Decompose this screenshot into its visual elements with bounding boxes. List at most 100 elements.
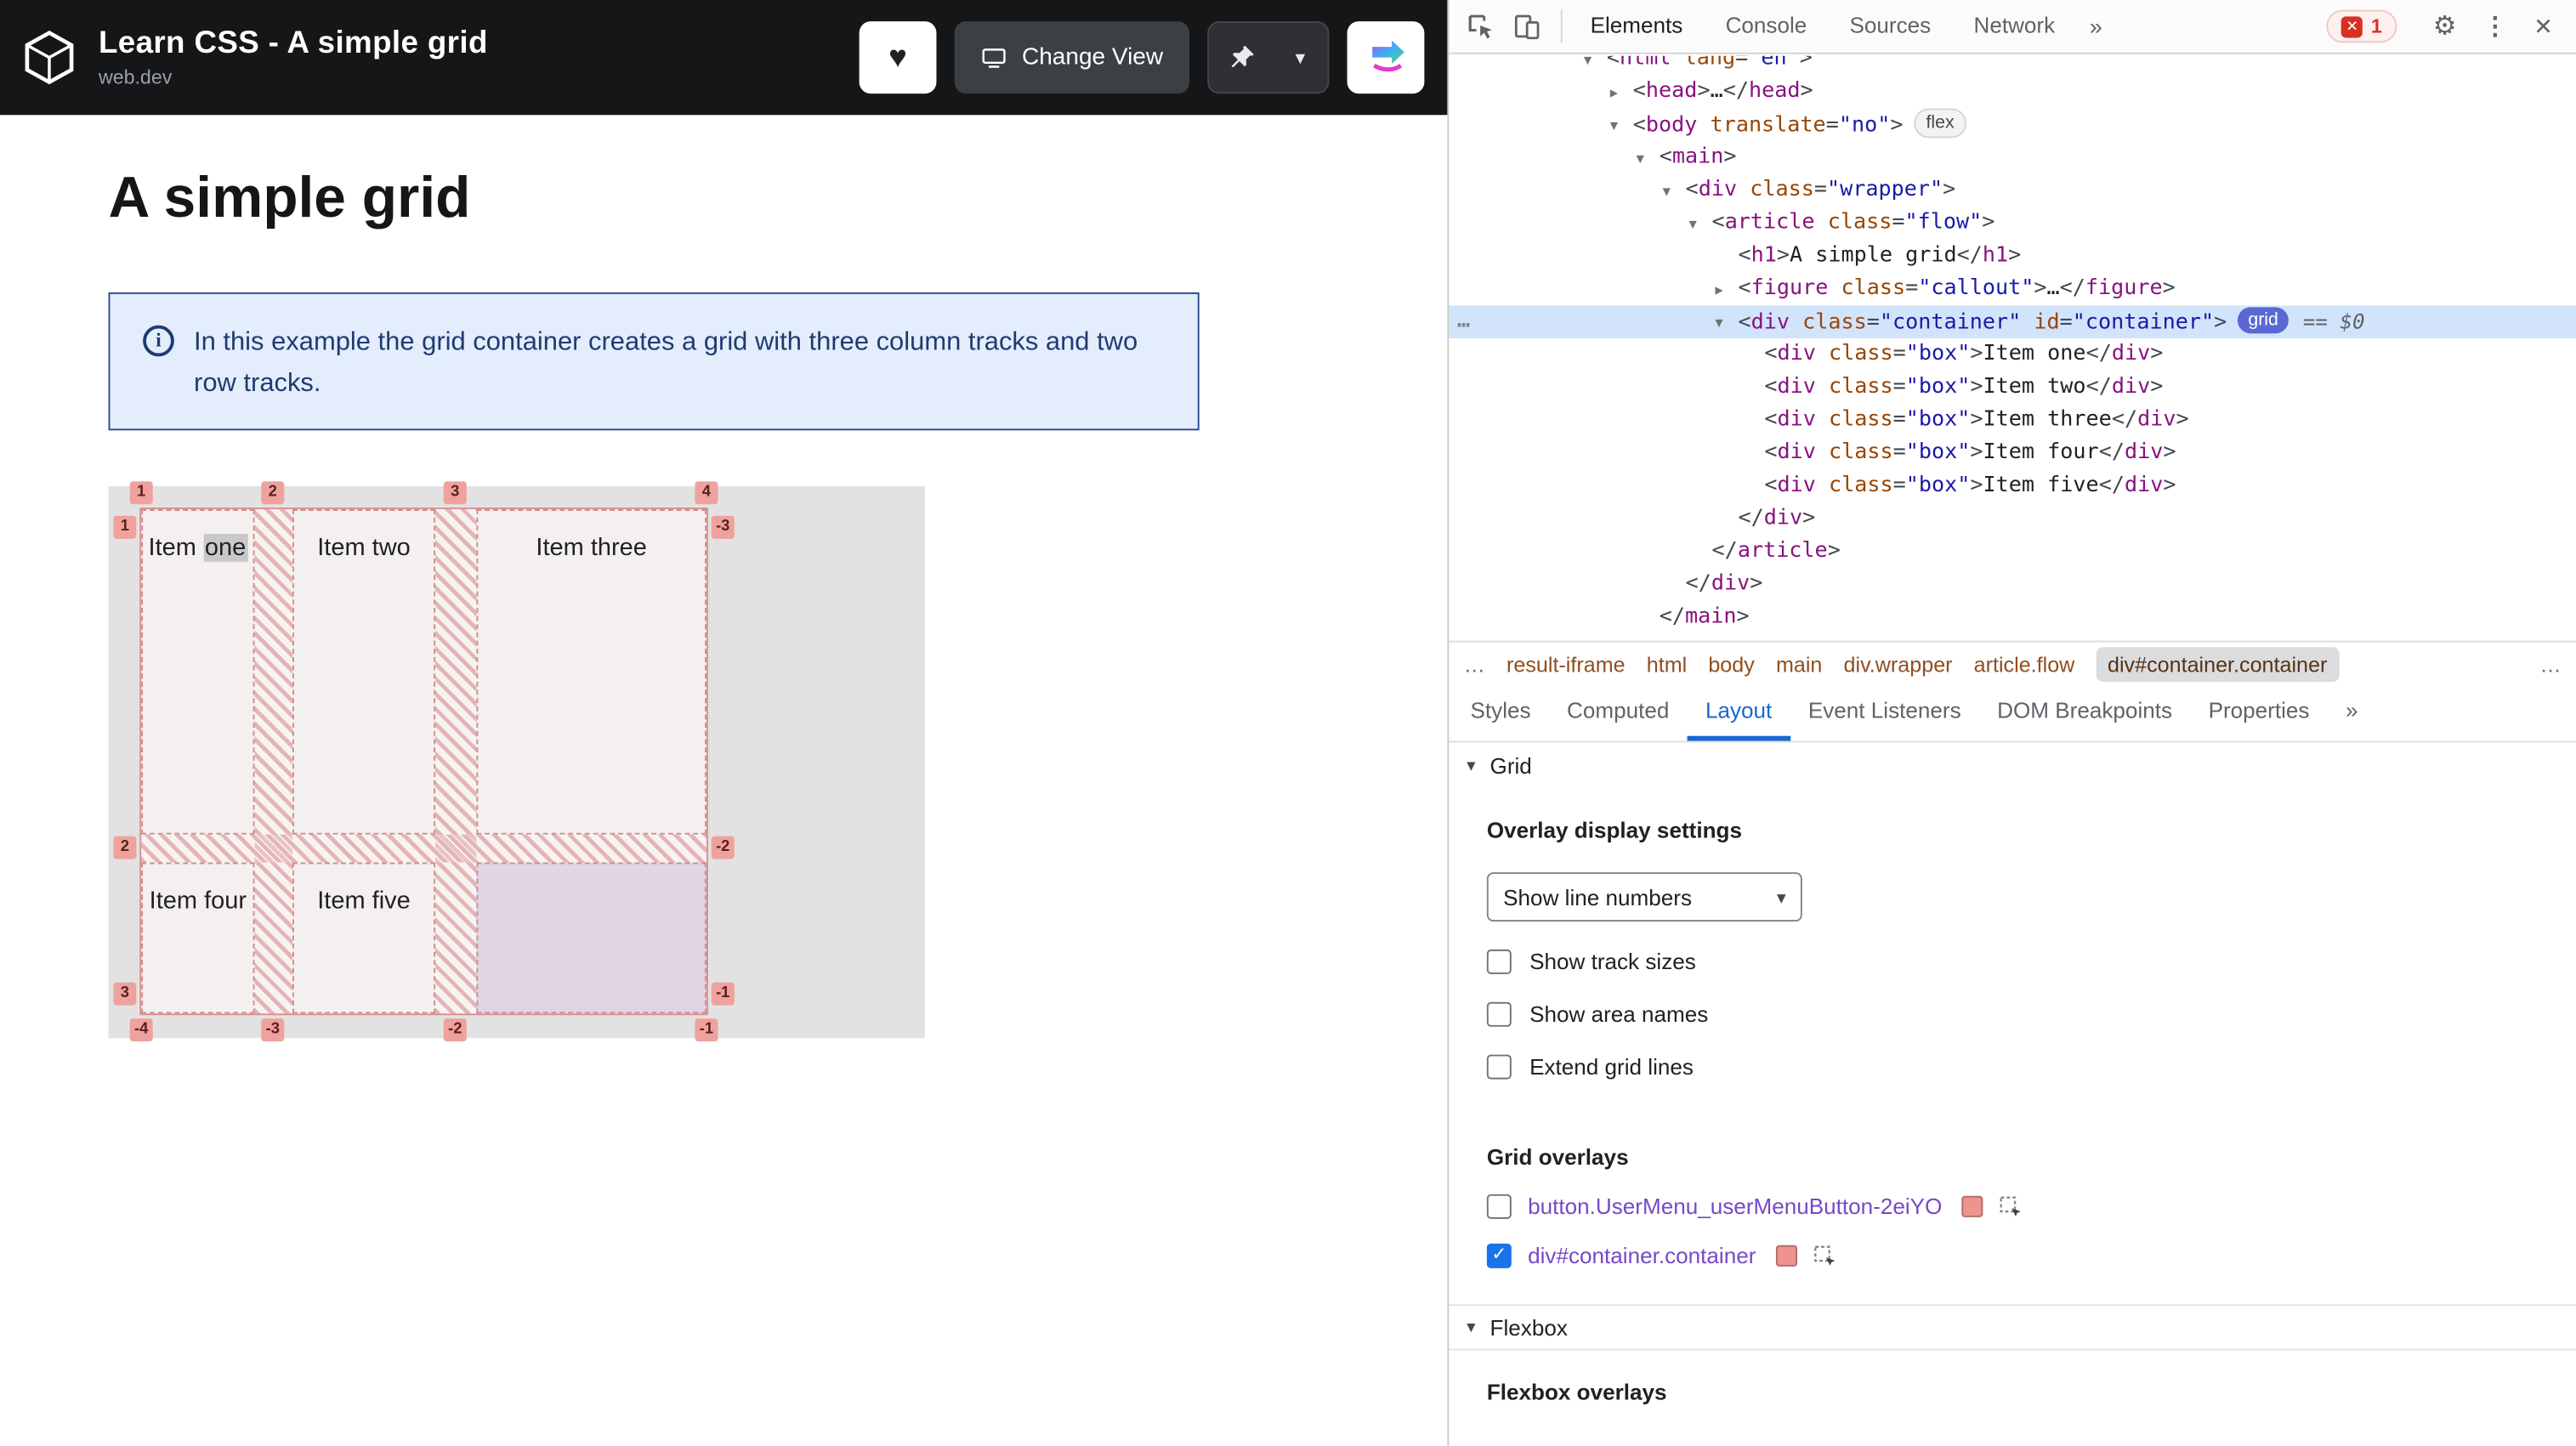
tree-node[interactable]: </div> — [1449, 569, 2576, 602]
line-numbers-select[interactable]: Show line numbers ▾ — [1486, 872, 1802, 922]
change-view-button[interactable]: Change View — [954, 21, 1190, 94]
breadcrumb-item[interactable]: result-iframe — [1506, 651, 1626, 676]
tree-node[interactable]: ▼ <body translate="no"> flex — [1449, 108, 2576, 143]
node-overflow-menu[interactable]: … — [1457, 305, 1470, 338]
tree-node[interactable]: </main> — [1449, 601, 2576, 634]
overlay-checkbox[interactable]: ✓ — [1486, 1243, 1512, 1268]
grid-line-number: 2 — [261, 481, 285, 505]
breadcrumb-item[interactable]: article.flow — [1974, 651, 2075, 676]
pin-button[interactable] — [1209, 23, 1274, 93]
tab-properties[interactable]: Properties — [2190, 685, 2327, 741]
grid-badge[interactable]: grid — [2238, 307, 2289, 334]
column-gap-hatch — [254, 509, 292, 1014]
elements-tree: ▼ <html lang="en"> ▶ <head>…</head> ▼ <body t… — [1449, 55, 2576, 641]
collapse-arrow-icon[interactable]: ▼ — [1610, 110, 1618, 143]
tree-node[interactable]: <div class="box">Item five</div> — [1449, 470, 2576, 503]
tab-console[interactable]: Console — [1704, 0, 1828, 53]
overlay-checkbox[interactable] — [1486, 1194, 1512, 1219]
more-options-icon[interactable]: ⋮ — [2482, 12, 2507, 42]
settings-gear-icon[interactable]: ⚙ — [2433, 10, 2457, 43]
tab-event-listeners[interactable]: Event Listeners — [1790, 685, 1979, 741]
code-token: < — [1632, 113, 1646, 139]
tree-node[interactable]: ▶ <head>…</head> — [1449, 76, 2576, 109]
inspect-element-icon[interactable] — [1466, 11, 1497, 43]
tree-node[interactable]: <div class="box">Item one</div> — [1449, 338, 2576, 371]
collapse-arrow-icon[interactable]: ▼ — [1584, 56, 1592, 77]
tree-node[interactable]: ▶ <figure class="callout">…</figure> — [1449, 273, 2576, 306]
tab-sources[interactable]: Sources — [1828, 0, 1952, 53]
tree-node[interactable]: ▼ <main> — [1449, 141, 2576, 174]
tree-node[interactable]: ▼ <html lang="en"> — [1449, 56, 2576, 76]
code-token: = — [1892, 210, 1905, 235]
tab-dom-breakpoints[interactable]: DOM Breakpoints — [1979, 685, 2190, 741]
show-track-sizes-checkbox[interactable] — [1486, 949, 1512, 974]
tab-styles[interactable]: Styles — [1452, 685, 1549, 741]
brand[interactable]: Learn CSS - A simple grid web.dev — [20, 26, 488, 88]
code-token: A simple grid — [1789, 242, 1957, 268]
device-toolbar-icon[interactable] — [1512, 11, 1543, 43]
more-sidebar-tabs-icon[interactable]: » — [2328, 685, 2376, 741]
tree-node[interactable]: <h1>A simple grid</h1> — [1449, 240, 2576, 273]
remix-on-glitch-button[interactable] — [1347, 21, 1425, 94]
extend-grid-lines-row[interactable]: Extend grid lines — [1486, 1054, 2553, 1080]
extend-grid-lines-checkbox[interactable] — [1486, 1054, 1512, 1080]
show-area-names-row[interactable]: Show area names — [1486, 1001, 2553, 1027]
show-area-names-checkbox[interactable] — [1486, 1001, 1512, 1027]
breadcrumb-item[interactable]: html — [1647, 651, 1687, 676]
code-token: class — [1828, 275, 1906, 301]
tree-node[interactable]: </article> — [1449, 536, 2576, 569]
collapse-arrow-icon[interactable]: ▼ — [1715, 307, 1722, 340]
tab-layout[interactable]: Layout — [1687, 685, 1790, 741]
code-token: = — [1813, 177, 1828, 202]
grid-overlay-row: ✓ div#container.container — [1486, 1243, 2553, 1268]
tree-node[interactable]: ▼ <article class="flow"> — [1449, 207, 2576, 240]
collapse-arrow-icon[interactable]: ▼ — [1637, 143, 1644, 176]
flexbox-section-header[interactable]: ▼ Flexbox — [1449, 1304, 2576, 1351]
tab-network[interactable]: Network — [1952, 0, 2076, 53]
grid-section-header[interactable]: ▼ Grid — [1449, 742, 2576, 788]
breadcrumb-overflow-right[interactable]: … — [2539, 651, 2561, 676]
page-title: A simple grid — [108, 166, 471, 230]
glitch-arrow-icon — [1371, 40, 1404, 72]
overlay-element-link[interactable]: button.UserMenu_userMenuButton-2eiYO — [1528, 1194, 1942, 1219]
show-track-sizes-row[interactable]: Show track sizes — [1486, 949, 2553, 974]
close-devtools-icon[interactable]: ✕ — [2533, 12, 2553, 40]
favorite-button[interactable]: ♥ — [859, 21, 937, 94]
error-count: 1 — [2370, 14, 2382, 38]
tree-node[interactable]: <div class="box">Item four</div> — [1449, 437, 2576, 470]
pin-dropdown-button[interactable]: ▾ — [1273, 23, 1328, 93]
tree-node[interactable]: </div> — [1449, 502, 2576, 536]
tree-node[interactable]: <div class="box">Item two</div> — [1449, 371, 2576, 405]
collapse-arrow-icon[interactable]: ▼ — [1689, 208, 1697, 241]
breadcrumb-item[interactable]: main — [1776, 651, 1822, 676]
tree-node[interactable]: <div class="box">Item three</div> — [1449, 404, 2576, 437]
breadcrumb-item[interactable]: div.wrapper — [1844, 651, 1953, 676]
tab-computed[interactable]: Computed — [1549, 685, 1688, 741]
code-token: > — [1776, 242, 1790, 268]
dollar-zero-hint: == $0 — [2302, 309, 2365, 334]
screenshot-root: Learn CSS - A simple grid web.dev ♥ Chan… — [0, 0, 2576, 1446]
flex-badge[interactable]: flex — [1915, 108, 1966, 139]
code-token: Item five — [1983, 473, 2099, 498]
tree-node[interactable]: ▼ <div class="wrapper"> — [1449, 174, 2576, 207]
pin-icon — [1230, 45, 1253, 68]
code-token: div — [1711, 571, 1750, 597]
more-tabs-icon[interactable]: » — [2076, 13, 2115, 39]
inspect-element-icon[interactable] — [1813, 1245, 1836, 1267]
expand-arrow-icon[interactable]: ▶ — [1610, 77, 1618, 111]
console-error-badge[interactable]: ✕ 1 — [2326, 9, 2397, 43]
tree-node[interactable]: … ▼ <div class="container" id="container">… — [1449, 305, 2576, 340]
app-header: Learn CSS - A simple grid web.dev ♥ Chan… — [0, 0, 1448, 116]
overlay-element-link[interactable]: div#container.container — [1528, 1244, 1756, 1268]
app-titles: Learn CSS - A simple grid web.dev — [99, 26, 488, 88]
breadcrumb-overflow-left[interactable]: … — [1464, 651, 1485, 676]
collapse-arrow-icon[interactable]: ▼ — [1663, 176, 1671, 209]
breadcrumb-item[interactable]: div#container.container — [2096, 646, 2339, 681]
expand-arrow-icon[interactable]: ▶ — [1715, 275, 1722, 308]
inspect-element-icon[interactable] — [2000, 1195, 2023, 1218]
grid-line-number: -4 — [129, 1018, 153, 1042]
code-token: < — [1764, 374, 1778, 400]
code-token: = — [1866, 310, 1880, 336]
breadcrumb-item[interactable]: body — [1708, 651, 1754, 676]
tab-elements[interactable]: Elements — [1569, 0, 1704, 53]
